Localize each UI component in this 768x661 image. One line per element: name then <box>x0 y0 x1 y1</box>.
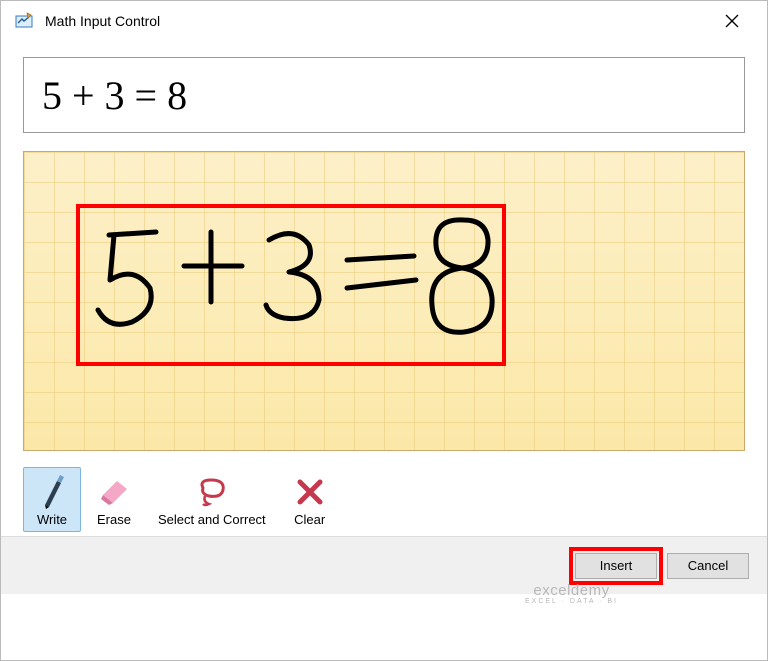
watermark: exceldemy EXCEL · DATA · BI <box>525 583 618 605</box>
close-icon <box>725 14 739 28</box>
clear-x-icon <box>292 474 328 510</box>
write-button[interactable]: Write <box>23 467 81 532</box>
eraser-icon <box>96 474 132 510</box>
watermark-sub: EXCEL · DATA · BI <box>525 598 618 605</box>
select-correct-label: Select and Correct <box>158 512 266 527</box>
clear-label: Clear <box>294 512 325 527</box>
lasso-icon <box>194 474 230 510</box>
watermark-main: exceldemy <box>533 582 609 599</box>
equation-preview: 5 + 3 = 8 <box>23 57 745 133</box>
pen-icon <box>34 474 70 510</box>
dialog-button-bar: Insert Cancel <box>1 536 767 594</box>
insert-button[interactable]: Insert <box>575 553 657 579</box>
close-button[interactable] <box>709 5 755 37</box>
erase-label: Erase <box>97 512 131 527</box>
toolbar: Write Erase Select and Correct <box>1 457 767 536</box>
equation-text: 5 + 3 = 8 <box>42 72 187 119</box>
cancel-button[interactable]: Cancel <box>667 553 749 579</box>
write-label: Write <box>37 512 67 527</box>
handwriting-canvas[interactable] <box>23 151 745 451</box>
erase-button[interactable]: Erase <box>85 467 143 532</box>
titlebar: Math Input Control <box>1 1 767 41</box>
app-icon <box>13 10 35 32</box>
insert-label: Insert <box>600 558 633 573</box>
window-title: Math Input Control <box>45 13 709 29</box>
cancel-label: Cancel <box>688 558 728 573</box>
math-input-control-window: Math Input Control 5 + 3 = 8 <box>0 0 768 661</box>
handwriting-strokes <box>84 210 504 360</box>
clear-button[interactable]: Clear <box>281 467 339 532</box>
select-correct-button[interactable]: Select and Correct <box>147 467 277 532</box>
